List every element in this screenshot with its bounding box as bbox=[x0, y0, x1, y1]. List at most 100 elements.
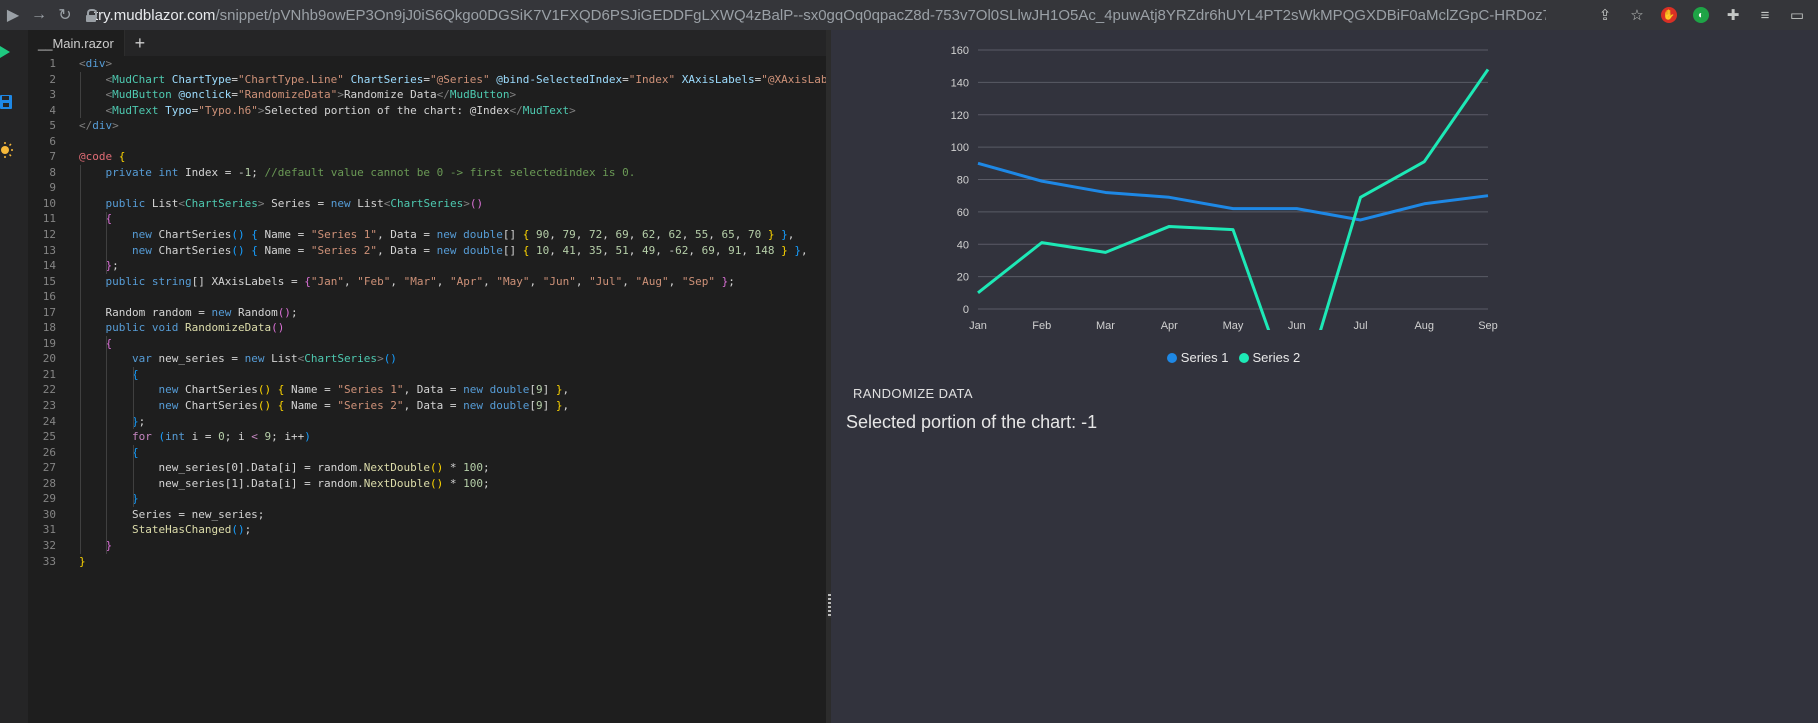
run-icon[interactable] bbox=[0, 42, 14, 62]
line-number: 31 bbox=[42, 523, 56, 537]
tab-main-razor[interactable]: __Main.razor bbox=[28, 30, 125, 56]
legend-item-series-2[interactable]: Series 2 bbox=[1238, 350, 1300, 365]
code-token: 100 bbox=[463, 476, 484, 490]
code-token: Name = bbox=[257, 228, 311, 242]
code-line: 26 { bbox=[28, 445, 828, 461]
code-token: </ bbox=[509, 103, 523, 117]
code-token: 72 bbox=[589, 228, 603, 242]
line-number: 15 bbox=[42, 274, 56, 288]
line-number: 3 bbox=[49, 88, 56, 102]
code-line: 10 public List<ChartSeries> Series = new… bbox=[28, 196, 828, 212]
randomize-data-button[interactable]: RANDOMIZE DATA bbox=[845, 382, 981, 406]
code-token: } bbox=[555, 383, 563, 397]
code-token: "RandomizeData" bbox=[237, 88, 338, 102]
split-view-icon[interactable]: ▭ bbox=[1786, 4, 1808, 26]
x-tick-label: Mar bbox=[1096, 320, 1115, 332]
reload-icon[interactable]: ↻ bbox=[52, 0, 78, 30]
line-content: var new_series = new List<ChartSeries>() bbox=[79, 351, 397, 367]
code-token: } bbox=[781, 243, 788, 257]
code-line: 27 new_series[0].Data[i] = random.NextDo… bbox=[28, 460, 828, 476]
code-token: 62 bbox=[642, 228, 656, 242]
code-line: 15 public string[] XAxisLabels = {"Jan",… bbox=[28, 274, 828, 290]
code-token: 69 bbox=[615, 228, 629, 242]
x-tick-label: Feb bbox=[1032, 320, 1051, 332]
code-token: } bbox=[555, 399, 563, 413]
line-content: new ChartSeries() { Name = "Series 1", D… bbox=[79, 227, 794, 243]
code-token: = bbox=[622, 72, 629, 86]
code-token: < bbox=[79, 57, 86, 70]
code-token: NextDouble bbox=[363, 476, 431, 490]
code-token: string bbox=[151, 274, 192, 288]
reload-partial-icon[interactable]: ▶ bbox=[0, 0, 26, 30]
x-tick-label: May bbox=[1223, 320, 1244, 332]
share-icon[interactable]: ⇪ bbox=[1594, 4, 1616, 26]
star-icon[interactable]: ☆ bbox=[1626, 4, 1648, 26]
forward-icon[interactable]: → bbox=[26, 0, 52, 30]
code-token: ChartType bbox=[171, 72, 232, 86]
line-number: 4 bbox=[49, 103, 56, 117]
code-token: , bbox=[741, 243, 755, 257]
line-content: for (int i = 0; i < 9; i++) bbox=[79, 429, 311, 445]
code-line: 24 }; bbox=[28, 414, 828, 430]
code-token: = bbox=[231, 88, 238, 102]
code-token: 35 bbox=[589, 243, 603, 257]
indent-guide bbox=[132, 444, 134, 507]
code-area[interactable]: 1 <div> 2 <MudChart ChartType="ChartType.L… bbox=[28, 56, 828, 569]
code-token: RandomizeData bbox=[185, 321, 272, 335]
line-number: 28 bbox=[42, 476, 56, 490]
code-token: 70 bbox=[748, 228, 762, 242]
code-token: 9 bbox=[536, 399, 543, 413]
code-token: 79 bbox=[562, 228, 576, 242]
line-content: }; bbox=[79, 258, 119, 274]
code-token: , bbox=[801, 243, 808, 257]
line-content: <MudText Typo="Typo.h6">Selected portion… bbox=[79, 103, 576, 119]
theme-sun-icon[interactable] bbox=[0, 140, 14, 160]
code-token: () bbox=[469, 196, 484, 210]
code-token: , bbox=[681, 228, 696, 242]
code-token: ; bbox=[112, 259, 119, 273]
x-tick-label: Jun bbox=[1288, 320, 1306, 332]
code-token: [] bbox=[502, 228, 523, 242]
preview-pane: 0 20 40 60 80 100 120 140 160 Jan Feb Mar Apr May Jun J… bbox=[831, 30, 1818, 723]
puzzle-icon[interactable]: ✚ bbox=[1722, 4, 1744, 26]
code-token: public bbox=[105, 321, 146, 335]
code-token: public bbox=[105, 196, 146, 210]
code-token: () bbox=[257, 383, 272, 397]
code-line: 1 <div> bbox=[28, 56, 828, 72]
code-token: , Data = bbox=[377, 243, 437, 257]
extension-green-icon[interactable]: ◐ bbox=[1690, 4, 1712, 26]
code-token: () bbox=[383, 352, 397, 366]
extension-red-icon[interactable]: ✋ bbox=[1658, 4, 1680, 26]
y-tick-label: 0 bbox=[963, 304, 969, 316]
code-line: 7 @code { bbox=[28, 149, 828, 165]
code-line: 31 StateHasChanged(); bbox=[28, 522, 828, 538]
code-token: , bbox=[562, 399, 570, 413]
media-icon[interactable]: ≡ bbox=[1754, 4, 1776, 26]
code-token: "Series 1" bbox=[310, 228, 378, 242]
code-token: 62 bbox=[668, 228, 682, 242]
line-number: 11 bbox=[42, 212, 56, 226]
code-line: 17 Random random = new Random(); bbox=[28, 305, 828, 321]
code-token: 62 bbox=[675, 243, 689, 257]
legend-item-series-1[interactable]: Series 1 bbox=[1166, 350, 1229, 365]
line-number: 6 bbox=[49, 134, 56, 148]
code-token: "Series 2" bbox=[337, 399, 404, 413]
save-icon[interactable] bbox=[0, 92, 14, 112]
code-token: for bbox=[131, 430, 152, 444]
x-tick-label: Sep bbox=[1478, 320, 1498, 332]
line-content: } bbox=[79, 491, 139, 507]
add-tab-button[interactable]: + bbox=[125, 30, 155, 56]
code-token: , bbox=[622, 274, 636, 288]
address-bar[interactable]: try.mudblazor.com/snippet/pVNhb9owEP3On9… bbox=[86, 3, 1546, 27]
code-token: "May" bbox=[496, 274, 530, 288]
line-number: 10 bbox=[42, 196, 56, 210]
code-token: "Jun" bbox=[542, 274, 576, 288]
code-token: "Apr" bbox=[449, 274, 484, 288]
code-token: int bbox=[165, 430, 185, 444]
code-token: 65 bbox=[721, 228, 735, 242]
